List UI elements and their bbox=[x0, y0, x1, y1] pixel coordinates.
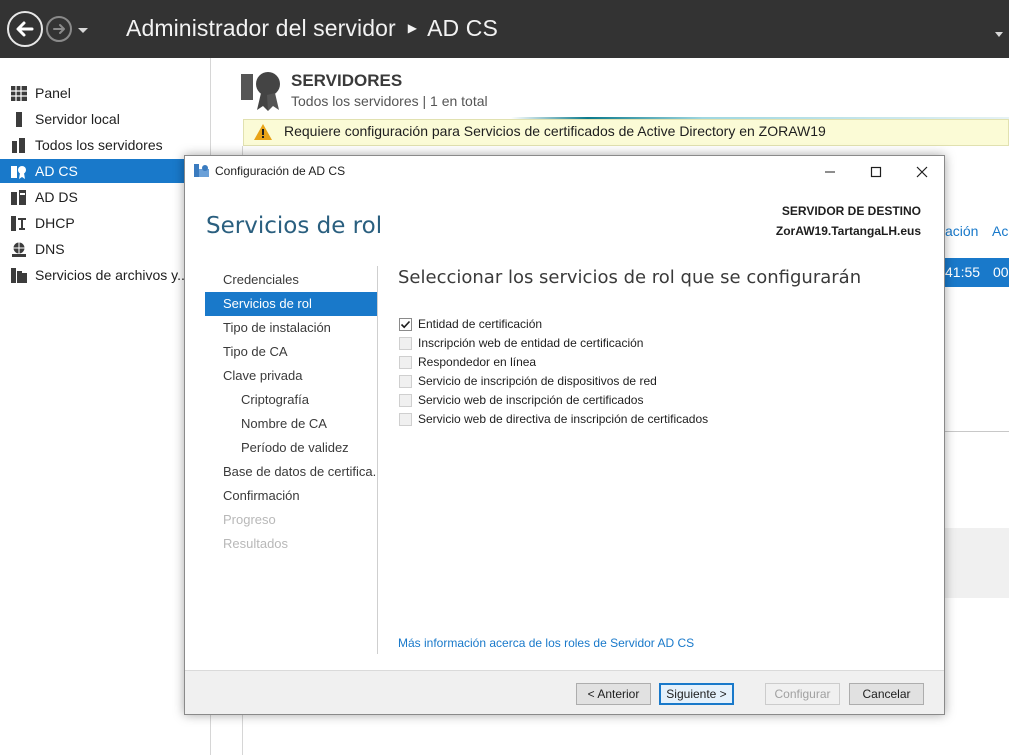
chevron-down-icon bbox=[995, 32, 1003, 37]
warning-text: Requiere configuración para Servicios de… bbox=[284, 123, 826, 139]
maximize-icon bbox=[870, 166, 882, 178]
dialog-footer: < Anterior Siguiente > Configurar Cancel… bbox=[185, 670, 944, 714]
steps-divider bbox=[377, 266, 378, 654]
dhcp-icon bbox=[11, 216, 26, 231]
adds-icon bbox=[11, 190, 26, 205]
arrow-right-icon bbox=[53, 24, 65, 34]
all-servers-icon bbox=[12, 138, 25, 153]
destination-server-value: ZorAW19.TartangaLH.eus bbox=[775, 224, 921, 238]
maximize-button[interactable] bbox=[853, 156, 899, 186]
dialog-title-bar[interactable]: Configuración de AD CS bbox=[185, 156, 944, 186]
sidebar-item-label: Todos los servidores bbox=[35, 137, 163, 153]
sidebar-item-label: Servicios de archivos y... bbox=[35, 267, 189, 283]
step-confirmation[interactable]: Confirmación bbox=[205, 484, 377, 508]
checkbox-label: Inscripción web de entidad de certificac… bbox=[418, 336, 644, 350]
column-header[interactable]: ación bbox=[945, 223, 978, 239]
previous-button[interactable]: < Anterior bbox=[576, 683, 651, 705]
servers-subtitle: Todos los servidores | 1 en total bbox=[291, 93, 488, 109]
sidebar-item-label: DNS bbox=[35, 241, 65, 257]
step-role-services[interactable]: Servicios de rol bbox=[205, 292, 377, 316]
sidebar-item-label: Panel bbox=[35, 85, 71, 101]
warning-icon bbox=[254, 124, 272, 140]
close-icon bbox=[916, 166, 928, 178]
checkbox bbox=[399, 375, 412, 388]
back-button[interactable] bbox=[7, 11, 43, 47]
checkbox bbox=[399, 394, 412, 407]
close-button[interactable] bbox=[899, 156, 945, 186]
local-server-icon bbox=[16, 112, 22, 127]
step-certificate-database[interactable]: Base de datos de certifica... bbox=[205, 460, 377, 484]
step-ca-type[interactable]: Tipo de CA bbox=[205, 340, 377, 364]
title-dropdown[interactable] bbox=[995, 25, 1003, 43]
checkbox-label: Servicio web de inscripción de certifica… bbox=[418, 393, 644, 407]
arrow-left-icon bbox=[16, 21, 34, 37]
checkbox-label: Respondedor en línea bbox=[418, 355, 537, 369]
breadcrumb: Administrador del servidor ▶ AD CS bbox=[126, 15, 498, 42]
sidebar-item-label: AD DS bbox=[35, 189, 78, 205]
sidebar-item-adcs[interactable]: AD CS bbox=[0, 159, 211, 183]
sidebar-item-label: AD CS bbox=[35, 163, 78, 179]
adcs-icon bbox=[11, 166, 26, 179]
divider bbox=[945, 431, 1009, 432]
page-title: Servicios de rol bbox=[206, 213, 383, 239]
checkmark-icon bbox=[400, 320, 411, 329]
sidebar-item-adds[interactable]: AD DS bbox=[0, 185, 211, 209]
forward-button[interactable] bbox=[46, 16, 72, 42]
step-ca-name[interactable]: Nombre de CA bbox=[205, 412, 377, 436]
sidebar-item-file-services[interactable]: Servicios de archivos y... bbox=[0, 263, 211, 287]
certificate-servers-icon bbox=[241, 72, 280, 111]
servers-title: SERVIDORES bbox=[291, 71, 403, 90]
dialog-title: Configuración de AD CS bbox=[215, 164, 346, 178]
sidebar-item-label: Servidor local bbox=[35, 111, 120, 127]
left-navigation: Panel Servidor local Todos los servidore… bbox=[0, 58, 211, 755]
warning-banner[interactable]: Requiere configuración para Servicios de… bbox=[243, 119, 1009, 146]
column-header[interactable]: Ac bbox=[992, 223, 1008, 239]
file-services-icon bbox=[11, 268, 27, 283]
more-info-link[interactable]: Más información acerca de los roles de S… bbox=[398, 636, 694, 650]
chevron-down-icon bbox=[78, 28, 88, 33]
checkbox-label: Servicio de inscripción de dispositivos … bbox=[418, 374, 657, 388]
table-cell: 00 bbox=[993, 264, 1009, 280]
checkbox bbox=[399, 356, 412, 369]
history-dropdown[interactable] bbox=[77, 22, 89, 40]
step-progress: Progreso bbox=[223, 512, 276, 527]
sidebar-item-panel[interactable]: Panel bbox=[0, 81, 211, 105]
dashboard-icon bbox=[11, 86, 27, 101]
step-setup-type[interactable]: Tipo de instalación bbox=[205, 316, 377, 340]
app-title: Administrador del servidor bbox=[126, 15, 396, 41]
minimize-icon bbox=[825, 171, 835, 173]
step-results: Resultados bbox=[223, 536, 289, 551]
step-credentials[interactable]: Credenciales bbox=[205, 268, 377, 292]
destination-server-label: SERVIDOR DE DESTINO bbox=[781, 204, 921, 218]
checkbox[interactable] bbox=[399, 318, 412, 331]
sidebar-item-dhcp[interactable]: DHCP bbox=[0, 211, 211, 235]
cancel-button[interactable]: Cancelar bbox=[849, 683, 924, 705]
step-validity-period[interactable]: Período de validez bbox=[205, 436, 377, 460]
sidebar-item-all-servers[interactable]: Todos los servidores bbox=[0, 133, 211, 157]
sidebar-item-local-server[interactable]: Servidor local bbox=[0, 107, 211, 131]
next-button[interactable]: Siguiente > bbox=[659, 683, 734, 705]
step-private-key[interactable]: Clave privada bbox=[205, 364, 377, 388]
checkbox bbox=[399, 337, 412, 350]
dns-icon bbox=[12, 242, 26, 257]
minimize-button[interactable] bbox=[807, 156, 853, 186]
section-title: Seleccionar los servicios de rol que se … bbox=[398, 267, 862, 288]
adcs-config-icon bbox=[194, 164, 209, 177]
checkbox-label: Servicio web de directiva de inscripción… bbox=[418, 412, 709, 426]
breadcrumb-separator-icon: ▶ bbox=[407, 21, 418, 35]
checkbox-label: Entidad de certificación bbox=[418, 317, 543, 331]
configure-button: Configurar bbox=[765, 683, 840, 705]
breadcrumb-current: AD CS bbox=[427, 15, 498, 41]
title-bar: Administrador del servidor ▶ AD CS bbox=[0, 0, 1009, 58]
step-cryptography[interactable]: Criptografía bbox=[205, 388, 377, 412]
sidebar-item-dns[interactable]: DNS bbox=[0, 237, 211, 261]
sidebar-item-label: DHCP bbox=[35, 215, 75, 231]
events-panel bbox=[945, 528, 1009, 598]
adcs-configuration-dialog: Configuración de AD CS Servicios de rol … bbox=[184, 155, 945, 715]
table-cell: 41:55 bbox=[945, 264, 981, 280]
checkbox bbox=[399, 413, 412, 426]
